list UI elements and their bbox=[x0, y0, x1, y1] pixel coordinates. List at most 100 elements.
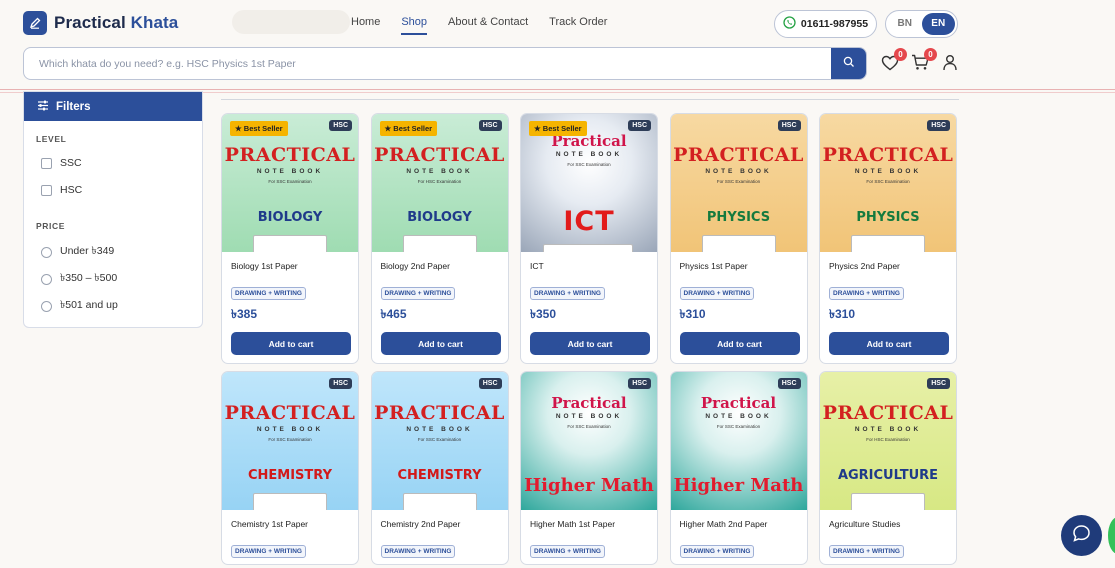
cover-wordmark: Practical bbox=[700, 394, 777, 412]
site-header: Practical Khata Home Shop About & Contac… bbox=[0, 0, 1115, 93]
wishlist-button[interactable]: 0 bbox=[879, 48, 907, 76]
brand-logo[interactable]: Practical Khata bbox=[23, 11, 178, 35]
product-name[interactable]: Biology 2nd Paper bbox=[372, 252, 508, 282]
product-cover-image[interactable]: PRACTICAL NOTE BOOK For HSC Examination … bbox=[820, 372, 956, 510]
cover-worksheet-graphic bbox=[701, 235, 776, 252]
filter-level-hsc[interactable]: HSC bbox=[41, 184, 82, 196]
product-name[interactable]: Agriculture Studies bbox=[820, 510, 956, 540]
pen-icon bbox=[23, 11, 47, 35]
user-icon bbox=[942, 54, 958, 76]
add-to-cart-button[interactable]: Add to cart bbox=[829, 332, 949, 355]
cover-exam-label: For SSC Examination bbox=[716, 424, 761, 429]
sliders-icon bbox=[37, 100, 49, 114]
search-input[interactable] bbox=[24, 48, 824, 79]
cover-subject: BIOLOGY bbox=[407, 210, 472, 225]
nav-shop[interactable]: Shop bbox=[401, 16, 428, 35]
product-name[interactable]: Physics 1st Paper bbox=[671, 252, 807, 282]
product-name[interactable]: ICT bbox=[521, 252, 657, 282]
product-price bbox=[671, 558, 807, 564]
radio[interactable] bbox=[41, 301, 52, 312]
cover-worksheet-graphic bbox=[851, 493, 925, 510]
cover-subject: BIOLOGY bbox=[257, 210, 323, 225]
cover-wordmark: Practical bbox=[551, 394, 627, 412]
product-tag: DRAWING + WRITING bbox=[679, 545, 755, 558]
search-bar bbox=[23, 47, 867, 80]
product-name[interactable]: Physics 2nd Paper bbox=[820, 252, 956, 282]
product-cover-image[interactable]: Practical NOTE BOOK For SSC Examination … bbox=[521, 114, 657, 252]
product-name[interactable]: Chemistry 2nd Paper bbox=[372, 510, 508, 540]
lang-en[interactable]: EN bbox=[921, 13, 955, 35]
cover-exam-label: For SSC Examination bbox=[567, 162, 611, 167]
placeholder-pill bbox=[232, 10, 350, 34]
cover-worksheet-graphic bbox=[402, 235, 477, 252]
product-name[interactable]: Chemistry 1st Paper bbox=[222, 510, 358, 540]
product-card[interactable]: PRACTICAL NOTE BOOK For HSC Examination … bbox=[819, 371, 957, 565]
grid-top-divider bbox=[221, 99, 959, 100]
add-to-cart-button[interactable]: Add to cart bbox=[380, 332, 501, 355]
radio[interactable] bbox=[41, 274, 52, 285]
nav-track-order[interactable]: Track Order bbox=[549, 16, 607, 35]
add-to-cart-button[interactable]: Add to cart bbox=[679, 332, 800, 355]
cover-subject: Higher Math bbox=[673, 475, 804, 496]
product-card[interactable]: PRACTICAL NOTE BOOK For SSC Examination … bbox=[221, 113, 359, 364]
search-button[interactable] bbox=[831, 48, 866, 79]
radio[interactable] bbox=[41, 247, 52, 258]
product-price: ৳385 bbox=[231, 307, 257, 321]
cover-notebook-label: NOTE BOOK bbox=[854, 168, 922, 175]
filter-price-under-349[interactable]: Under ৳349 bbox=[41, 244, 114, 261]
product-card[interactable]: PRACTICAL NOTE BOOK For SSC Examination … bbox=[370, 371, 509, 565]
whatsapp-phone-button[interactable]: 01611-987955 bbox=[774, 10, 877, 38]
account-button[interactable] bbox=[939, 54, 961, 76]
checkbox[interactable] bbox=[41, 184, 52, 196]
product-name[interactable]: Higher Math 2nd Paper bbox=[671, 510, 807, 540]
product-card[interactable]: PRACTICAL NOTE BOOK For SSC Examination … bbox=[819, 113, 957, 364]
product-card[interactable]: Practical NOTE BOOK For SSC Examination … bbox=[520, 113, 658, 364]
product-price: ৳350 bbox=[530, 307, 556, 321]
cover-subject: CHEMISTRY bbox=[397, 468, 482, 483]
product-card[interactable]: PRACTICAL NOTE BOOK For SSC Examination … bbox=[669, 113, 808, 364]
checkbox[interactable] bbox=[41, 157, 52, 169]
product-cover-image[interactable]: PRACTICAL NOTE BOOK For SSC Examination … bbox=[222, 372, 358, 510]
product-card[interactable]: PRACTICAL NOTE BOOK For HSC Examination … bbox=[370, 113, 509, 364]
product-cover-image[interactable]: PRACTICAL NOTE BOOK For SSC Examination … bbox=[222, 114, 358, 252]
product-card[interactable]: PRACTICAL NOTE BOOK For SSC Examination … bbox=[221, 371, 359, 565]
product-cover-image[interactable]: PRACTICAL NOTE BOOK For SSC Examination … bbox=[820, 114, 956, 252]
cover-exam-label: For SSC Examination bbox=[268, 179, 312, 184]
cover-subject: ICT bbox=[563, 206, 615, 237]
whatsapp-float-edge[interactable] bbox=[1108, 517, 1115, 554]
product-price bbox=[521, 558, 657, 564]
level-badge: HSC bbox=[927, 120, 950, 131]
add-to-cart-button[interactable]: Add to cart bbox=[530, 332, 650, 355]
search-icon bbox=[843, 55, 855, 73]
filter-level-ssc[interactable]: SSC bbox=[41, 157, 82, 169]
product-price: ৳465 bbox=[380, 307, 407, 321]
cover-subject: CHEMISTRY bbox=[247, 468, 333, 483]
cover-worksheet-graphic bbox=[253, 493, 327, 510]
filters-header[interactable]: Filters bbox=[24, 92, 202, 121]
product-tag: DRAWING + WRITING bbox=[679, 287, 755, 300]
chat-button[interactable] bbox=[1061, 515, 1102, 556]
cart-button[interactable]: 0 bbox=[909, 48, 937, 76]
level-badge: HSC bbox=[329, 120, 352, 131]
product-cover-image[interactable]: PRACTICAL NOTE BOOK For HSC Examination … bbox=[371, 114, 508, 252]
product-tag: DRAWING + WRITING bbox=[231, 287, 306, 300]
add-to-cart-button[interactable]: Add to cart bbox=[231, 332, 351, 355]
nav-home[interactable]: Home bbox=[351, 16, 380, 35]
filter-price-350-500[interactable]: ৳350 – ৳500 bbox=[41, 271, 117, 288]
product-cover-image[interactable]: Practical NOTE BOOK For SSC Examination … bbox=[521, 372, 657, 510]
lang-bn[interactable]: BN bbox=[888, 13, 922, 35]
product-card[interactable]: Practical NOTE BOOK For SSC Examination … bbox=[669, 371, 808, 565]
product-name[interactable]: Higher Math 1st Paper bbox=[521, 510, 657, 540]
cover-wordmark: PRACTICAL bbox=[224, 402, 356, 424]
product-tag: DRAWING + WRITING bbox=[380, 545, 456, 558]
level-badge: HSC bbox=[478, 378, 502, 389]
product-cover-image[interactable]: Practical NOTE BOOK For SSC Examination … bbox=[670, 372, 807, 510]
nav-about-contact[interactable]: About & Contact bbox=[448, 16, 528, 35]
product-name[interactable]: Biology 1st Paper bbox=[222, 252, 358, 282]
product-card[interactable]: Practical NOTE BOOK For SSC Examination … bbox=[520, 371, 658, 565]
filter-price-501-up[interactable]: ৳501 and up bbox=[41, 298, 118, 315]
filters-title: Filters bbox=[56, 100, 91, 113]
main-nav: Home Shop About & Contact Track Order bbox=[351, 16, 607, 35]
product-cover-image[interactable]: PRACTICAL NOTE BOOK For SSC Examination … bbox=[670, 114, 807, 252]
product-cover-image[interactable]: PRACTICAL NOTE BOOK For SSC Examination … bbox=[371, 372, 508, 510]
